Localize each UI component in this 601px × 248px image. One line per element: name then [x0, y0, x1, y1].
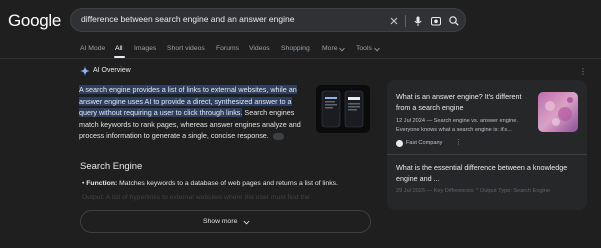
google-logo[interactable]: Google [8, 11, 61, 31]
tools-chevron-down-icon [374, 47, 380, 52]
header: Google difference between search engine … [0, 0, 601, 40]
ai-sparkle-icon [80, 66, 90, 76]
sources-divider [387, 154, 587, 155]
bullet-faded: Output: A list of hyperlinks to external… [82, 194, 310, 201]
fast-company-favicon-icon [396, 140, 403, 147]
chevron-down-icon [243, 220, 250, 225]
tabs-divider [0, 58, 601, 59]
search-icon[interactable] [447, 14, 461, 28]
tab-images[interactable]: Images [134, 45, 156, 52]
bullet-label: Function: [86, 180, 118, 187]
ai-overview-text: A search engine provides a list of links… [79, 84, 309, 142]
source-2-snippet: 29 Jul 2025 — Key Differences: * Output … [396, 188, 551, 194]
show-more-label: Show more [203, 218, 238, 225]
source-1-thumbnail[interactable] [538, 92, 578, 132]
tab-more[interactable]: More [322, 45, 338, 52]
tab-videos[interactable]: Videos [249, 45, 270, 52]
lens-icon[interactable] [429, 14, 443, 28]
search-box[interactable]: difference between search engine and an … [70, 8, 466, 32]
source-1-site[interactable]: Fast Company [406, 140, 442, 146]
ai-overview-thumbnail[interactable] [316, 85, 370, 133]
source-1-menu-icon[interactable]: ⋮ [455, 138, 462, 146]
tab-short-videos[interactable]: Short videos [167, 45, 205, 52]
tab-tools[interactable]: Tools [356, 45, 372, 52]
more-chevron-down-icon [339, 47, 345, 52]
show-more-button[interactable]: Show more [80, 210, 371, 233]
source-2-title[interactable]: What is the essential difference between… [396, 163, 584, 184]
tab-ai-mode[interactable]: AI Mode [80, 45, 105, 52]
ai-overview-title: AI Overview [93, 67, 131, 74]
tab-bar: AI Mode All Images Short videos Forums V… [0, 40, 601, 58]
microphone-icon[interactable] [411, 14, 425, 28]
bullet-text: Matches keywords to a database of web pa… [117, 180, 338, 187]
bullet-function: • Function: Matches keywords to a databa… [82, 180, 338, 187]
faded-bullet-text: Output: A list of hyperlinks to external… [82, 194, 310, 201]
tab-forums[interactable]: Forums [216, 45, 239, 52]
sources-panel: What is an answer engine? It's different… [387, 80, 587, 210]
source-1-snippet: 12 Jul 2024 — Search engine vs. answer e… [396, 118, 518, 133]
tab-all[interactable]: All [115, 45, 123, 52]
tab-shopping[interactable]: Shopping [281, 45, 310, 52]
search-divider [405, 15, 406, 27]
source-1-title[interactable]: What is an answer engine? It's different… [396, 92, 531, 113]
citation-link-icon[interactable] [272, 132, 284, 140]
search-input[interactable]: difference between search engine and an … [81, 14, 294, 24]
abstract-image [538, 92, 578, 132]
ai-overview-menu-icon[interactable]: ⋮ [579, 67, 587, 76]
section-heading: Search Engine [80, 161, 143, 172]
phone-mockup-image [316, 85, 370, 133]
clear-icon[interactable] [387, 14, 401, 28]
